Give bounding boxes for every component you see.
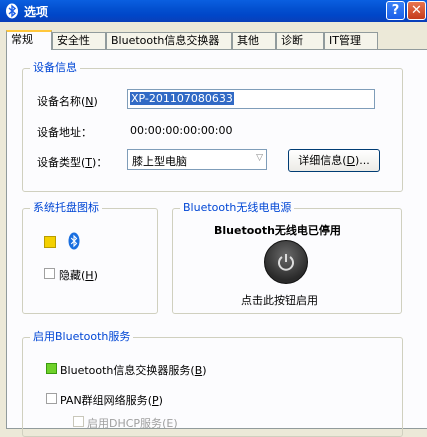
tab-other[interactable]: 其他 [232,32,276,49]
radio-status: Bluetooth无线电已停用 [214,224,341,237]
pan-service-checkbox[interactable] [46,393,57,404]
power-hint: 点击此按钮启用 [241,294,318,307]
chevron-down-icon: ▽ [256,153,263,163]
device-info-legend: 设备信息 [30,62,80,74]
device-address-label: 设备地址： [37,126,92,139]
exchange-service-label: Bluetooth信息交换器服务(B) [60,364,207,377]
tab-bluetooth-exchange[interactable]: Bluetooth信息交换器 [106,32,232,49]
tray-icon-group: 系统托盘图标 [22,202,158,314]
tab-strip: 常规 安全性 Bluetooth信息交换器 其他 诊断 IT管理 [0,30,427,50]
hide-tray-checkbox[interactable] [44,268,55,279]
dhcp-service-checkbox[interactable] [73,416,84,427]
pan-service-label: PAN群组网络服务(P) [60,394,163,407]
device-address-value: 00:00:00:00:00:00 [130,124,233,137]
title-bar: 选项 ? ✕ [0,0,427,22]
device-name-label: 设备名称(N) [37,95,98,108]
tab-it-management[interactable]: IT管理 [324,32,378,49]
exchange-service-checkbox[interactable] [46,363,57,374]
radio-power-legend: Bluetooth无线电电源 [180,202,295,214]
device-type-label: 设备类型(T)： [37,156,108,169]
dhcp-service-label: 启用DHCP服务(E) [87,417,178,430]
close-icon: ✕ [411,3,422,18]
power-button[interactable] [264,240,308,284]
tab-security[interactable]: 安全性 [52,32,106,49]
close-button[interactable]: ✕ [407,1,426,20]
device-name-input[interactable]: XP-201107080633 [127,89,375,109]
device-type-value: 膝上型电脑 [132,155,187,168]
bluetooth-icon [68,232,80,250]
tray-icon-legend: 系统托盘图标 [30,202,102,214]
power-icon [278,254,294,271]
bluetooth-app-icon [6,3,18,19]
details-button[interactable]: 详细信息(D)... [288,149,380,172]
hide-tray-label: 隐藏(H) [59,269,98,282]
tab-general[interactable]: 常规 [6,30,52,50]
tray-icon-checkbox[interactable] [44,236,56,248]
help-button[interactable]: ? [386,1,405,20]
services-legend: 启用Bluetooth服务 [30,331,134,343]
window-title: 选项 [24,5,49,19]
tab-diagnostics[interactable]: 诊断 [276,32,324,49]
device-name-value: XP-201107080633 [130,92,234,105]
device-type-select[interactable]: 膝上型电脑 ▽ [127,149,267,170]
